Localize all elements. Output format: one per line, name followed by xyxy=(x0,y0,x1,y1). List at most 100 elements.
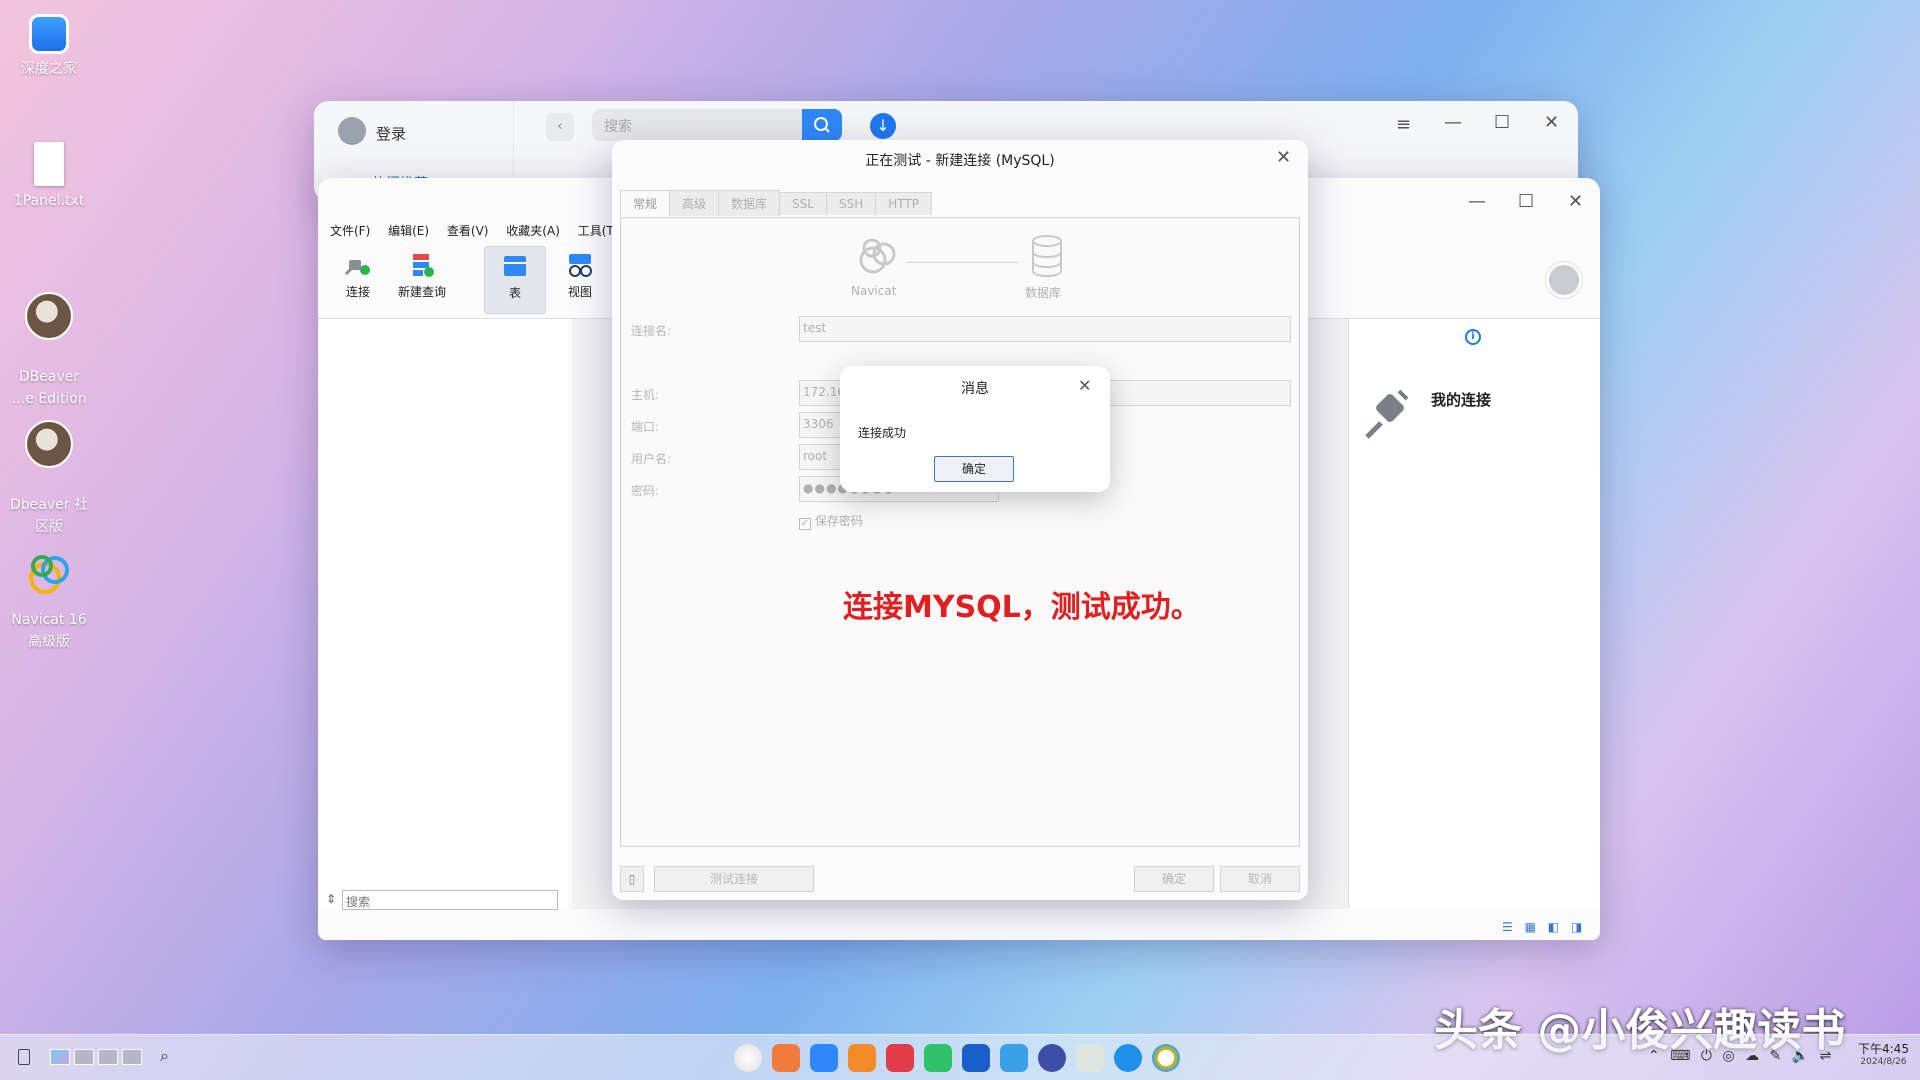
power-icon[interactable]: ⏻ xyxy=(1701,1048,1712,1064)
recycle-bin-icon[interactable] xyxy=(1076,1044,1104,1072)
view-button[interactable]: 视图 xyxy=(558,250,602,300)
plug-icon xyxy=(344,260,370,276)
volume-icon[interactable]: 🔈 xyxy=(1792,1048,1809,1064)
tab-general[interactable]: 常规 xyxy=(620,190,671,216)
username-label: 用户名: xyxy=(631,452,672,466)
taskbar: ⌕ xyxy=(0,1034,1920,1080)
keyboard-icon[interactable]: ⌨ xyxy=(1670,1048,1690,1064)
new-query-icon xyxy=(413,254,434,277)
close-button[interactable]: ✕ xyxy=(1544,113,1559,133)
workspace-1[interactable] xyxy=(50,1049,70,1065)
new-query-button[interactable]: 新建查询 xyxy=(394,250,450,300)
menu-view[interactable]: 查看(V) xyxy=(447,224,489,238)
terminal-icon[interactable] xyxy=(886,1044,914,1072)
menu-icon[interactable]: ≡ xyxy=(1396,115,1411,135)
grid-view-icon[interactable]: ▦ xyxy=(1525,920,1536,934)
panel-view-icon[interactable]: ◨ xyxy=(1571,920,1582,934)
desktop-icon-navicat[interactable]: Navicat 16 高级版 xyxy=(6,528,92,675)
right-panel: i 我的连接 xyxy=(1348,319,1600,909)
tab-bar: 常规 高级 数据库 SSL SSH HTTP xyxy=(620,190,932,216)
close-button[interactable]: ✕ xyxy=(1568,192,1583,212)
desktop-icon-label: 深度之家 xyxy=(21,61,77,77)
text-file-icon xyxy=(34,142,64,186)
workspace-3[interactable] xyxy=(98,1049,118,1065)
launcher-icon[interactable] xyxy=(734,1044,762,1072)
navicat-logo-icon xyxy=(859,238,896,274)
close-button[interactable]: ✕ xyxy=(1276,148,1291,168)
checkbox-icon: ✓ xyxy=(799,518,811,530)
message-ok-button[interactable]: 确定 xyxy=(934,456,1014,482)
port-label: 端口: xyxy=(631,420,660,434)
tab-database[interactable]: 数据库 xyxy=(718,190,781,216)
tab-ssh[interactable]: SSH xyxy=(825,192,877,215)
navicat-dock-icon[interactable] xyxy=(1152,1044,1180,1072)
browser-icon[interactable] xyxy=(1114,1044,1142,1072)
connection-tree xyxy=(318,319,568,909)
diagram-label-navicat: Navicat xyxy=(851,284,897,298)
notes-icon[interactable] xyxy=(18,1049,30,1065)
notification-icon[interactable]: ◎ xyxy=(1722,1048,1734,1064)
music-icon[interactable] xyxy=(924,1044,952,1072)
tab-ssl[interactable]: SSL xyxy=(779,192,827,215)
chevron-up-icon[interactable]: ⌃ xyxy=(1648,1048,1660,1064)
file-manager-icon[interactable] xyxy=(810,1044,838,1072)
conn-name-field[interactable]: test xyxy=(799,316,1291,342)
dbeaver-icon xyxy=(25,420,73,468)
workspace-2[interactable] xyxy=(74,1049,94,1065)
multitask-icon[interactable] xyxy=(772,1044,800,1072)
view-mode-toggles: ☰ ▦ ◧ ◨ xyxy=(1502,920,1582,934)
panel-toggle-button[interactable]: ▯ xyxy=(620,866,644,892)
save-password-checkbox[interactable]: ✓ 保存密码 xyxy=(799,512,863,530)
user-avatar-icon[interactable] xyxy=(1546,262,1582,298)
info-icon[interactable]: i xyxy=(1465,329,1481,345)
maximize-button[interactable]: ☐ xyxy=(1494,113,1510,133)
close-button[interactable]: ✕ xyxy=(1078,376,1091,396)
message-text: 连接成功 xyxy=(858,426,907,440)
tab-advanced[interactable]: 高级 xyxy=(669,190,720,216)
windows-app-icon[interactable] xyxy=(1000,1044,1028,1072)
search-input[interactable]: 搜索 xyxy=(592,109,802,141)
desktop-icon-label: 1Panel.txt xyxy=(13,193,85,209)
table-icon xyxy=(504,256,526,276)
minimize-button[interactable]: — xyxy=(1468,192,1486,212)
settings-icon[interactable] xyxy=(1038,1044,1066,1072)
clock-time: 下午4:45 xyxy=(1858,1042,1909,1056)
search-icon[interactable]: ⌕ xyxy=(160,1046,169,1066)
maximize-button[interactable]: ☐ xyxy=(1518,192,1534,212)
new-connection-dialog: 正在测试 - 新建连接 (MySQL) ✕ 常规 高级 数据库 SSL SSH HTTP … xyxy=(612,140,1308,900)
network-icon[interactable]: ☁ xyxy=(1745,1048,1759,1064)
diagram-label-database: 数据库 xyxy=(1025,286,1062,300)
workspace-4[interactable] xyxy=(122,1049,142,1065)
system-tray: ⌃ ⌨ ⏻ ◎ ☁ ✎ 🔈 ⇌ xyxy=(1648,1048,1831,1064)
menu-favorites[interactable]: 收藏夹(A) xyxy=(506,224,560,238)
tab-http[interactable]: HTTP xyxy=(875,192,932,215)
desktop-icon-deepin-home[interactable]: 深度之家 xyxy=(6,14,92,80)
back-button[interactable]: ‹ xyxy=(546,113,574,141)
avatar[interactable] xyxy=(338,117,366,145)
search-filter: ⇕ 搜索 xyxy=(326,890,558,910)
download-icon[interactable]: ↓ xyxy=(870,113,896,139)
toggle-icon[interactable]: ⇌ xyxy=(1820,1048,1832,1064)
search-icon xyxy=(814,117,830,133)
plug-icon xyxy=(1365,389,1409,439)
desktop-icon-1panel-txt[interactable]: 1Panel.txt xyxy=(6,142,92,212)
list-view-icon[interactable]: ☰ xyxy=(1502,920,1513,934)
message-dialog: 消息 ✕ 连接成功 确定 xyxy=(840,366,1110,492)
login-label[interactable]: 登录 xyxy=(376,123,406,144)
diagram-connector xyxy=(907,262,1019,263)
cancel-button[interactable]: 取消 xyxy=(1220,866,1300,892)
test-connection-button[interactable]: 测试连接 xyxy=(654,866,814,892)
editor-icon[interactable] xyxy=(962,1044,990,1072)
table-button[interactable]: 表 xyxy=(484,246,546,314)
search-input[interactable]: 搜索 xyxy=(342,890,558,910)
menu-file[interactable]: 文件(F) xyxy=(330,224,370,238)
search-button[interactable] xyxy=(802,109,842,141)
app-store-icon[interactable] xyxy=(848,1044,876,1072)
menu-edit[interactable]: 编辑(E) xyxy=(388,224,429,238)
pen-icon[interactable]: ✎ xyxy=(1770,1048,1782,1064)
minimize-button[interactable]: — xyxy=(1444,113,1462,133)
clock[interactable]: 下午4:45 2024/8/26 xyxy=(1858,1040,1909,1067)
ok-button[interactable]: 确定 xyxy=(1134,866,1214,892)
detail-view-icon[interactable]: ◧ xyxy=(1548,920,1559,934)
connect-button[interactable]: 连接 xyxy=(334,250,382,300)
